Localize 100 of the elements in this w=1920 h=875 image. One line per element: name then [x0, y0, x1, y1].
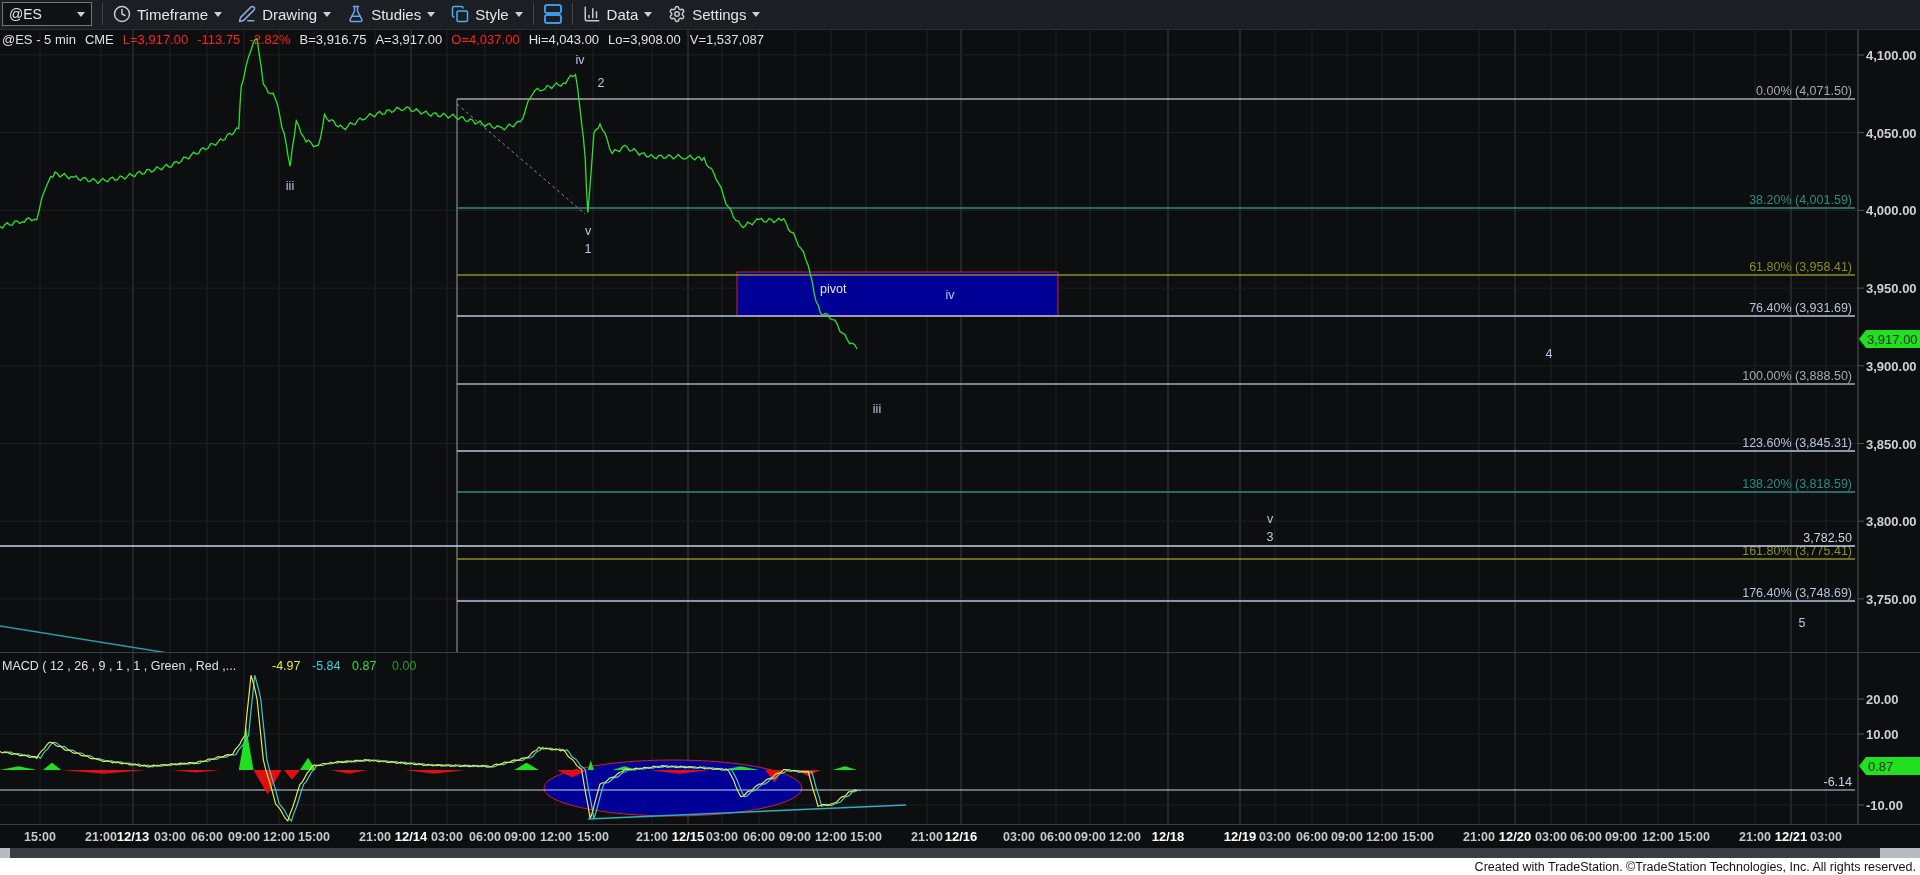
target-price-label: 3,782.50 [1803, 530, 1852, 545]
clock-icon [113, 5, 131, 24]
time-axis-label: 06:00 [1296, 830, 1328, 845]
time-axis-label: 12/20 [1498, 829, 1532, 845]
time-axis-label: 03:00 [706, 830, 738, 845]
wave-label: 1 [584, 241, 592, 256]
wave-label: 5 [1798, 615, 1806, 630]
time-axis-label: 06:00 [1040, 830, 1072, 845]
time-axis-label: 03:00 [1535, 830, 1567, 845]
caret-icon [644, 11, 653, 17]
fib-level-label: 138.20% (3,818.59) [1742, 476, 1852, 491]
quote-value: V=1,537,087 [689, 31, 764, 47]
toolbar-menu-button[interactable]: Settings [662, 1, 767, 28]
time-axis-label: 12:00 [1366, 830, 1398, 845]
fib-level-label: 76.40% (3,931.69) [1749, 300, 1852, 315]
toolbar-menu-button[interactable]: Timeframe [107, 1, 229, 28]
caret-icon [514, 11, 523, 17]
time-axis-label: 03:00 [154, 830, 186, 845]
quote-value: Hi=4,043.00 [528, 31, 600, 47]
time-axis-label: 03:00 [1003, 830, 1035, 845]
time-axis-label: 21:00 [1739, 830, 1771, 845]
macd-level-label: -6.14 [1823, 774, 1852, 789]
time-axis-label: 12/14 [394, 829, 428, 845]
horizontal-scrollbar[interactable] [0, 848, 1920, 859]
time-axis-label: 15:00 [1402, 830, 1434, 845]
settings-icon [668, 5, 687, 24]
time-axis-label: 09:00 [1331, 830, 1363, 845]
quote-value: Lo=3,908.00 [608, 31, 681, 47]
caret-icon [77, 11, 85, 17]
time-axis-label: 12:00 [540, 830, 572, 845]
wave-label: iii [285, 178, 295, 193]
quote-value: L=3,917.00 [122, 31, 189, 47]
quote-value: -113.75 [197, 31, 241, 47]
caret-icon [427, 11, 436, 17]
time-axis-label: 15:00 [577, 830, 609, 845]
macd-value: -5.84 [312, 658, 341, 673]
time-axis-label: 12/21 [1774, 829, 1808, 845]
copyright-text: Created with TradeStation. ©TradeStation Technologies, Inc. All rights reserved. [1474, 859, 1916, 874]
time-axis-label: 06:00 [191, 830, 223, 845]
macd-title: MACD ( 12 , 26 , 9 , 1 , 1 , Green , Red ,... [2, 658, 237, 673]
toolbar-menu-button[interactable]: Drawing [232, 1, 338, 28]
pen-icon [238, 5, 257, 24]
toolbar-menu-button[interactable]: Data [576, 1, 659, 28]
time-axis-label: 15:00 [1678, 830, 1710, 845]
macd-last-value-badge: 0.87 [1859, 756, 1920, 775]
price-axis-label: 3,950.00 [1866, 280, 1917, 296]
caret-icon [214, 11, 223, 17]
wave-label: 4 [1545, 346, 1553, 361]
quote-value: @ES - 5 min [2, 31, 76, 47]
wave-label: 2 [597, 75, 605, 90]
fib-level-label: 123.60% (3,845.31) [1742, 435, 1852, 450]
macd-value: 0.00 [392, 658, 417, 673]
time-axis-label: 15:00 [298, 830, 330, 845]
wave-label: iv [945, 287, 955, 302]
time-axis-label: 06:00 [743, 830, 775, 845]
price-axis-label: 3,750.00 [1866, 591, 1917, 607]
pivot-label: pivot [820, 281, 847, 296]
time-axis-label: 21:00 [911, 830, 943, 845]
time-axis-label: 09:00 [779, 830, 811, 845]
price-axis-label: 3,900.00 [1866, 358, 1917, 374]
price-axis-label: 4,050.00 [1866, 125, 1917, 141]
time-axis-label: 15:00 [24, 830, 56, 845]
time-axis-label: 03:00 [1259, 830, 1291, 845]
time-axis-label: 21:00 [1463, 830, 1495, 845]
fib-level-label: 38.20% (4,001.59) [1749, 192, 1852, 207]
toolbar-menu-button[interactable]: Studies [341, 1, 442, 28]
wave-label: v [584, 223, 592, 238]
time-axis-label: 12:00 [1109, 830, 1141, 845]
time-axis-label: 12/16 [944, 829, 978, 845]
copy-icon [451, 5, 470, 24]
toolbar-menu-button[interactable]: Style [445, 1, 529, 28]
time-axis-label: 21:00 [636, 830, 668, 845]
macd-axis-label: -10.00 [1866, 797, 1903, 813]
price-axis-label: 4,100.00 [1866, 47, 1917, 63]
caret-icon [752, 11, 761, 17]
fib-level-label: 61.80% (3,958.41) [1749, 259, 1852, 274]
time-axis-label: 09:00 [1605, 830, 1637, 845]
fib-level-label: 161.80% (3,775.41) [1742, 543, 1852, 558]
symbol-dropdown[interactable]: @ES [2, 2, 92, 27]
time-axis-label: 12:00 [1642, 830, 1674, 845]
time-axis-label: 15:00 [850, 830, 882, 845]
last-price-badge: 3,917.00 [1859, 329, 1920, 348]
price-axis-label: 4,000.00 [1866, 203, 1917, 219]
fib-level-label: 100.00% (3,888.50) [1742, 368, 1852, 383]
time-axis-label: 09:00 [1074, 830, 1106, 845]
time-axis-label: 09:00 [228, 830, 260, 845]
price-axis-label: 3,800.00 [1866, 513, 1917, 529]
fib-level-label: 0.00% (4,071.50) [1756, 83, 1852, 98]
time-axis-label: 09:00 [504, 830, 536, 845]
time-axis-label: 03:00 [1810, 830, 1842, 845]
wave-label: v [1266, 511, 1274, 526]
quote-value: A=3,917.00 [375, 31, 443, 47]
layout-icon [543, 4, 562, 25]
quote-value: O=4,037.00 [451, 31, 520, 47]
time-axis-label: 12/15 [671, 829, 705, 845]
time-axis-label: 06:00 [469, 830, 501, 845]
scrollbar-thumb[interactable] [1880, 848, 1920, 859]
fib-level-label: 176.40% (3,748.69) [1742, 585, 1852, 600]
time-axis-label: 12/18 [1151, 829, 1185, 845]
price-axis-label: 3,850.00 [1866, 436, 1917, 452]
